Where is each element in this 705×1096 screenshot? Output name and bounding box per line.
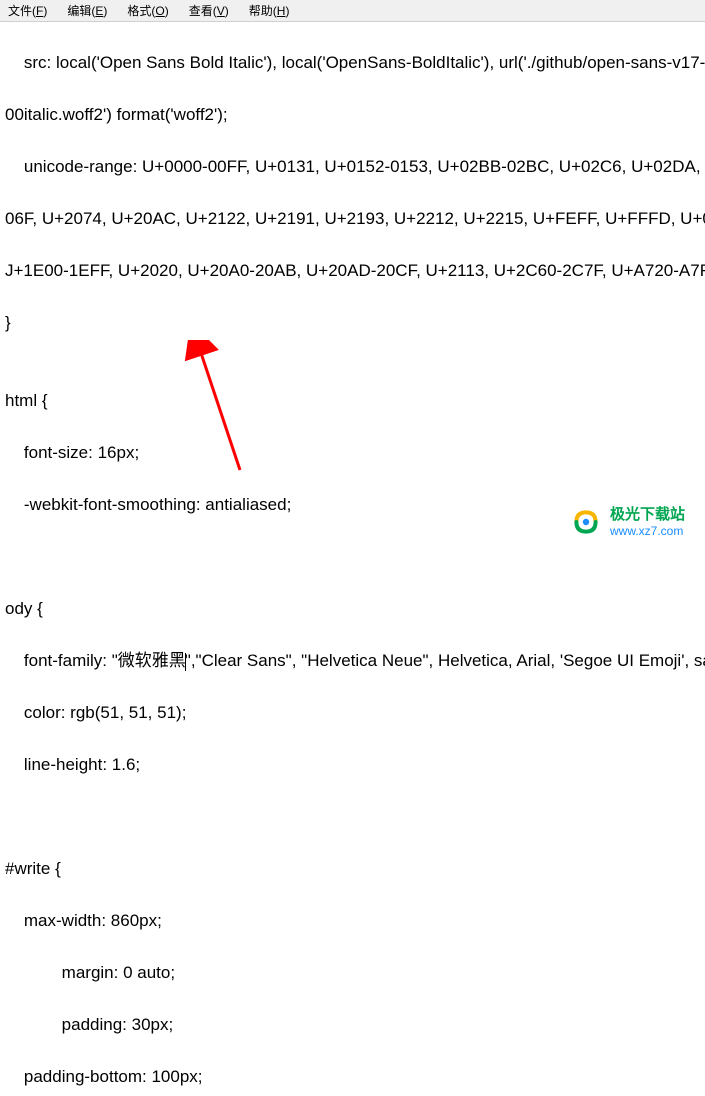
code-line: J+1E00-1EFF, U+2020, U+20A0-20AB, U+20AD… [0,258,705,284]
code-line: font-size: 16px; [0,440,705,466]
code-line: font-family: "微软雅黑","Clear Sans", "Helve… [0,648,705,674]
code-line: margin: 0 auto; [0,960,705,986]
watermark-text: 极光下载站 www.xz7.com [610,506,685,538]
watermark-title: 极光下载站 [610,506,685,524]
code-line: padding-bottom: 100px; [0,1064,705,1090]
code-line: max-width: 860px; [0,908,705,934]
watermark-url: www.xz7.com [610,524,685,538]
code-line: src: local('Open Sans Bold Italic'), loc… [0,50,705,76]
menu-file[interactable]: 文件(F) [4,1,51,20]
code-line: 00italic.woff2') format('woff2'); [0,102,705,128]
menu-bar: 文件(F) 编辑(E) 格式(O) 查看(V) 帮助(H) [0,0,705,22]
code-line: ody { [0,596,705,622]
code-line: 06F, U+2074, U+20AC, U+2122, U+2191, U+2… [0,206,705,232]
code-line: unicode-range: U+0000-00FF, U+0131, U+01… [0,154,705,180]
code-line: line-height: 1.6; [0,752,705,778]
logo-icon [570,506,602,538]
code-line: html { [0,388,705,414]
code-editor-content[interactable]: src: local('Open Sans Bold Italic'), loc… [0,22,705,1096]
menu-help[interactable]: 帮助(H) [245,1,294,20]
code-line: color: rgb(51, 51, 51); [0,700,705,726]
code-line: } [0,310,705,336]
menu-edit[interactable]: 编辑(E) [63,1,111,20]
code-line: #write { [0,856,705,882]
menu-format[interactable]: 格式(O) [123,1,172,20]
code-line: padding: 30px; [0,1012,705,1038]
menu-view[interactable]: 查看(V) [185,1,233,20]
watermark: 极光下载站 www.xz7.com [570,506,685,538]
